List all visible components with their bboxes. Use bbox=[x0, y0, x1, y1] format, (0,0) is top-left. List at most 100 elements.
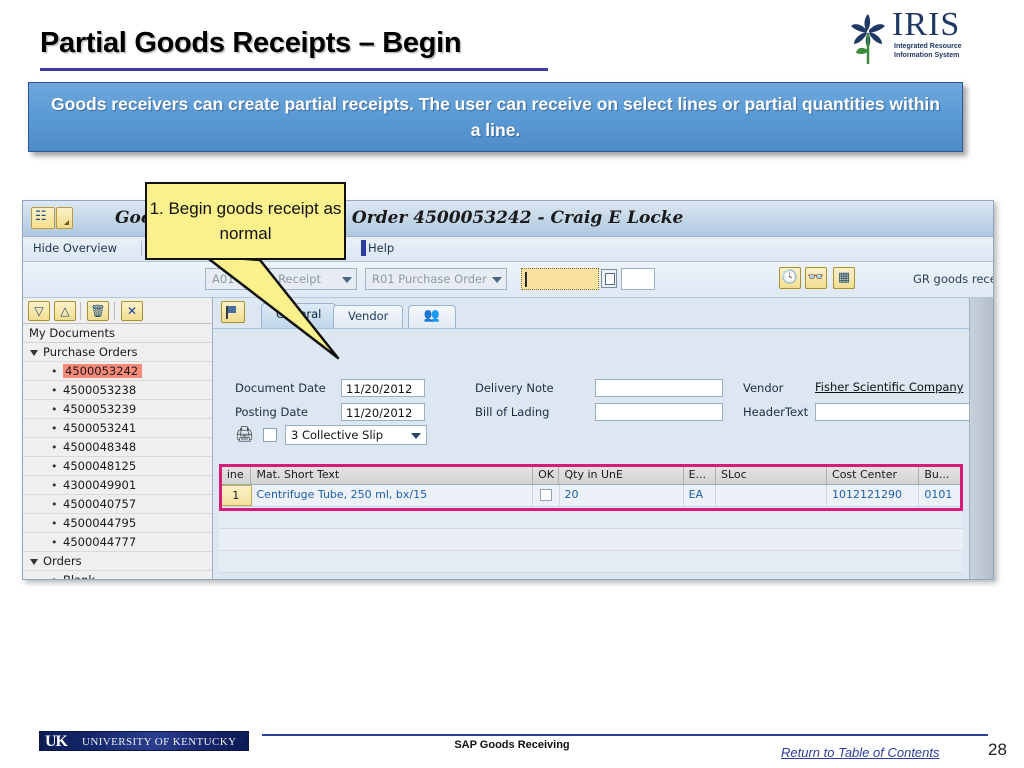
cell-bu bbox=[919, 529, 963, 550]
delete-icon[interactable]: 🗑 bbox=[87, 301, 109, 321]
document-date-label: Document Date bbox=[235, 381, 326, 395]
print-checkbox[interactable] bbox=[263, 428, 277, 442]
tree-item-label: 4500053242 bbox=[63, 364, 143, 378]
return-to-toc-link[interactable]: Return to Table of Contents bbox=[781, 745, 940, 760]
column-header-unit: E... bbox=[684, 464, 717, 484]
cell-unit bbox=[684, 529, 716, 550]
tree-item-order[interactable]: • Blank bbox=[23, 571, 212, 580]
callout-text: 1. Begin goods receipt as normal bbox=[149, 199, 342, 243]
collapse-all-icon[interactable]: ▽ bbox=[28, 301, 50, 321]
cell-material: Centrifuge Tube, 250 ml, bx/15 bbox=[252, 485, 533, 506]
menu-hide-overview[interactable]: Hide Overview bbox=[33, 241, 117, 255]
printer-icon: 🖨 bbox=[235, 425, 255, 443]
binoculars-icon[interactable]: 👓 bbox=[805, 267, 827, 289]
table-row[interactable]: 1 Centrifuge Tube, 250 ml, bx/15 20 EA 1… bbox=[219, 485, 963, 507]
delivery-note-field[interactable] bbox=[595, 379, 723, 397]
document-date-field[interactable]: 11/20/2012 bbox=[341, 379, 425, 397]
tree-item-label: 4500040757 bbox=[63, 497, 137, 511]
sap-document-icon: ☷ bbox=[31, 207, 55, 229]
copy-icon[interactable] bbox=[601, 269, 617, 288]
bullet-icon: • bbox=[51, 498, 58, 511]
cell-unit bbox=[684, 507, 716, 528]
table-row-empty[interactable] bbox=[219, 551, 963, 573]
cell-qty bbox=[560, 529, 684, 550]
tree-group-label: Purchase Orders bbox=[43, 345, 138, 359]
callout-box: 1. Begin goods receipt as normal bbox=[145, 182, 346, 260]
toolbar-divider bbox=[80, 302, 81, 320]
tree-item-po[interactable]: • 4500053241 bbox=[23, 419, 212, 438]
vendor-label: Vendor bbox=[743, 381, 784, 395]
clock-check-icon[interactable]: 🕓 bbox=[779, 267, 801, 289]
item-table: ine Mat. Short Text OK Qty in UnE E... S… bbox=[219, 464, 963, 574]
header-text-field[interactable] bbox=[815, 403, 993, 421]
cell-sloc bbox=[716, 529, 827, 550]
table-row-empty[interactable] bbox=[219, 529, 963, 551]
tree-group-orders[interactable]: Orders bbox=[23, 552, 212, 571]
cell-sloc bbox=[716, 507, 827, 528]
iris-flower-icon bbox=[851, 14, 885, 64]
bullet-icon: • bbox=[51, 517, 58, 530]
table-header-row: ine Mat. Short Text OK Qty in UnE E... S… bbox=[219, 464, 963, 485]
chevron-down-icon bbox=[30, 350, 38, 356]
po-secondary-input[interactable] bbox=[621, 268, 655, 290]
bullet-icon: • bbox=[51, 403, 58, 416]
bullet-icon: • bbox=[51, 422, 58, 435]
expand-all-icon[interactable]: △ bbox=[54, 301, 76, 321]
cell-ok bbox=[533, 551, 560, 572]
window-right-edge bbox=[969, 298, 993, 579]
tree-item-po[interactable]: • 4500040757 bbox=[23, 495, 212, 514]
tree-item-label: 4500053241 bbox=[63, 421, 137, 435]
bullet-icon: • bbox=[51, 574, 58, 579]
column-header-qty: Qty in UnE bbox=[559, 464, 684, 484]
cell-ok bbox=[533, 529, 560, 550]
tree-item-po[interactable]: • 4500044777 bbox=[23, 533, 212, 552]
cell-bu: 0101 bbox=[919, 485, 963, 506]
tree-item-label: 4500053239 bbox=[63, 402, 137, 416]
cell-qty bbox=[560, 551, 684, 572]
bullet-icon: • bbox=[51, 384, 58, 397]
tree-item-po[interactable]: • 4500048125 bbox=[23, 457, 212, 476]
tree-item-po[interactable]: • 4500048348 bbox=[23, 438, 212, 457]
tree-item-po[interactable]: • 4300049901 bbox=[23, 476, 212, 495]
table-grid-icon[interactable]: ▦ bbox=[833, 267, 855, 289]
page-number: 28 bbox=[988, 740, 1007, 759]
tree-item-label: Blank bbox=[63, 573, 96, 580]
table-row-empty[interactable] bbox=[219, 507, 963, 529]
cell-unit: EA bbox=[684, 485, 717, 506]
tree-group-label: Orders bbox=[43, 554, 82, 568]
cell-bu bbox=[919, 551, 963, 572]
tree-item-label: 4500048348 bbox=[63, 440, 137, 454]
posting-date-field[interactable]: 11/20/2012 bbox=[341, 403, 425, 421]
column-header-bu: Bu... bbox=[919, 464, 963, 484]
ok-checkbox[interactable] bbox=[540, 489, 553, 501]
cell-sloc[interactable] bbox=[716, 485, 828, 506]
menu-arrow-icon[interactable] bbox=[56, 207, 73, 229]
column-header-cost-center: Cost Center bbox=[827, 464, 920, 484]
vendor-value-link[interactable]: Fisher Scientific Company bbox=[815, 380, 964, 394]
slip-select[interactable]: 3 Collective Slip bbox=[285, 425, 427, 445]
tree-item-po[interactable]: • 4500053239 bbox=[23, 400, 212, 419]
posting-date-label: Posting Date bbox=[235, 405, 308, 419]
text-caret bbox=[525, 272, 527, 287]
tree-item-label: 4500044795 bbox=[63, 516, 137, 530]
cell-qty[interactable]: 20 bbox=[560, 485, 684, 506]
tree-item-po[interactable]: • 4500053238 bbox=[23, 381, 212, 400]
cell-sloc bbox=[716, 551, 827, 572]
column-header-material: Mat. Short Text bbox=[251, 464, 533, 484]
summary-banner-text: Goods receivers can create partial recei… bbox=[51, 94, 940, 140]
page-title: Partial Goods Receipts – Begin bbox=[40, 27, 462, 59]
cell-cost-center bbox=[827, 529, 919, 550]
bill-of-lading-field[interactable] bbox=[595, 403, 723, 421]
cell-line: 1 bbox=[219, 485, 252, 506]
cell-cost-center bbox=[827, 507, 919, 528]
cell-ok bbox=[533, 507, 560, 528]
cell-line bbox=[219, 551, 251, 572]
bill-of-lading-label: Bill of Lading bbox=[475, 405, 550, 419]
tree-item-po[interactable]: • 4500044795 bbox=[23, 514, 212, 533]
cell-material bbox=[251, 551, 532, 572]
title-divider bbox=[40, 68, 548, 71]
chevron-down-icon bbox=[30, 559, 38, 565]
footer-divider bbox=[262, 734, 988, 736]
po-number-input[interactable] bbox=[521, 268, 599, 290]
cell-ok[interactable] bbox=[533, 485, 560, 506]
